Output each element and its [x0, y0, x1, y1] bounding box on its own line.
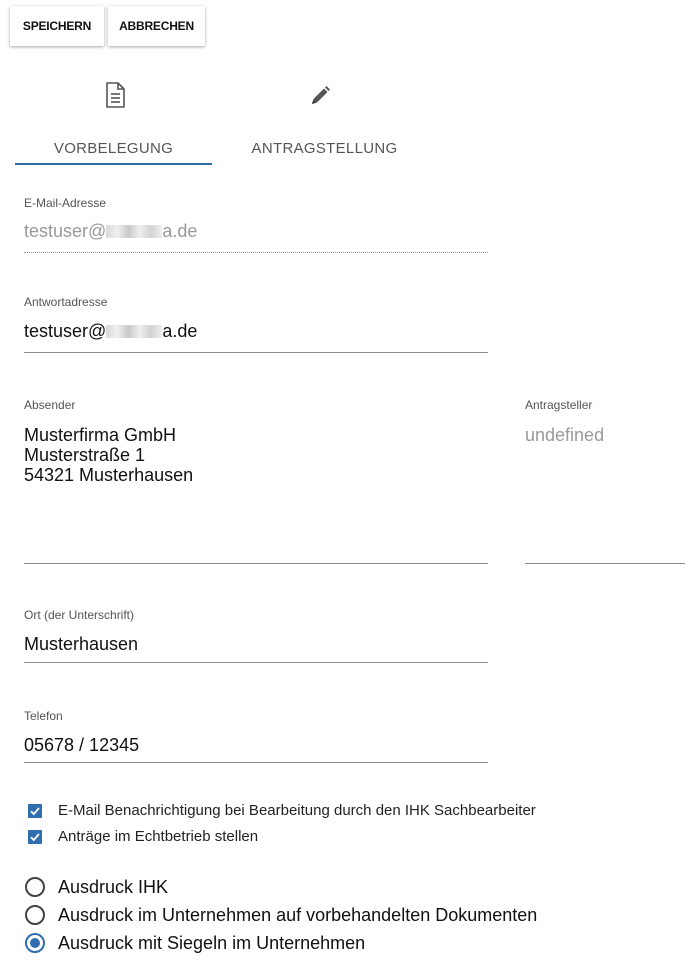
phone-underline: [24, 762, 488, 763]
pencil-icon: [308, 84, 332, 113]
sender-label: Absender: [24, 398, 76, 412]
document-icon: [105, 82, 125, 113]
radio-label-print-pretreated[interactable]: Ausdruck im Unternehmen auf vorbehandelt…: [58, 905, 537, 926]
radio-label-print-seals[interactable]: Ausdruck mit Siegeln im Unternehmen: [58, 933, 365, 954]
place-underline: [24, 662, 488, 663]
place-field[interactable]: Musterhausen: [24, 634, 138, 655]
checkmark-icon: [30, 807, 40, 816]
email-field: testuser@ a.de: [24, 221, 197, 242]
applicant-label: Antragsteller: [525, 398, 593, 412]
save-button[interactable]: SPEICHERN: [10, 6, 104, 46]
email-label: E-Mail-Adresse: [24, 196, 107, 210]
email-underline: [24, 252, 488, 253]
radio-print-ihk[interactable]: [25, 877, 45, 897]
redacted-block: [106, 225, 163, 238]
reply-value-prefix: testuser@: [24, 321, 107, 341]
email-notification-label[interactable]: E-Mail Benachrichtigung bei Bearbeitung …: [58, 802, 536, 819]
applicant-underline: [525, 563, 685, 564]
tab-label-antragstellung: ANTRAGSTELLUNG: [251, 140, 398, 157]
sender-field[interactable]: Musterfirma GmbH Musterstraße 1 54321 Mu…: [24, 425, 193, 485]
email-notification-checkbox[interactable]: [28, 804, 42, 818]
reply-address-label: Antwortadresse: [24, 295, 108, 309]
sender-line: Musterfirma GmbH: [24, 425, 177, 445]
radio-print-seals[interactable]: [25, 933, 45, 953]
phone-label: Telefon: [24, 709, 63, 723]
tab-vorbelegung[interactable]: VORBELEGUNG: [15, 78, 212, 168]
reply-value-suffix: a.de: [162, 321, 198, 341]
sender-line: 54321 Musterhausen: [24, 465, 194, 485]
phone-field[interactable]: 05678 / 12345: [24, 735, 139, 756]
production-mode-checkbox[interactable]: [28, 830, 42, 844]
radio-label-print-ihk[interactable]: Ausdruck IHK: [58, 877, 168, 898]
cancel-button[interactable]: ABBRECHEN: [108, 6, 205, 46]
redacted-block: [106, 325, 163, 338]
active-tab-indicator: [15, 163, 212, 165]
sender-line: Musterstraße 1: [24, 445, 146, 465]
place-label: Ort (der Unterschrift): [24, 608, 135, 622]
radio-print-pretreated[interactable]: [25, 905, 45, 925]
checkmark-icon: [30, 833, 40, 842]
email-value-suffix: a.de: [162, 221, 198, 241]
tab-antragstellung[interactable]: ANTRAGSTELLUNG: [226, 78, 423, 168]
reply-address-underline: [24, 352, 488, 353]
reply-address-field[interactable]: testuser@ a.de: [24, 321, 197, 342]
applicant-field: undefined: [525, 425, 605, 445]
tab-label-vorbelegung: VORBELEGUNG: [53, 140, 174, 157]
email-value-prefix: testuser@: [24, 221, 107, 241]
production-mode-label[interactable]: Anträge im Echtbetrieb stellen: [58, 828, 258, 845]
sender-underline: [24, 563, 488, 564]
